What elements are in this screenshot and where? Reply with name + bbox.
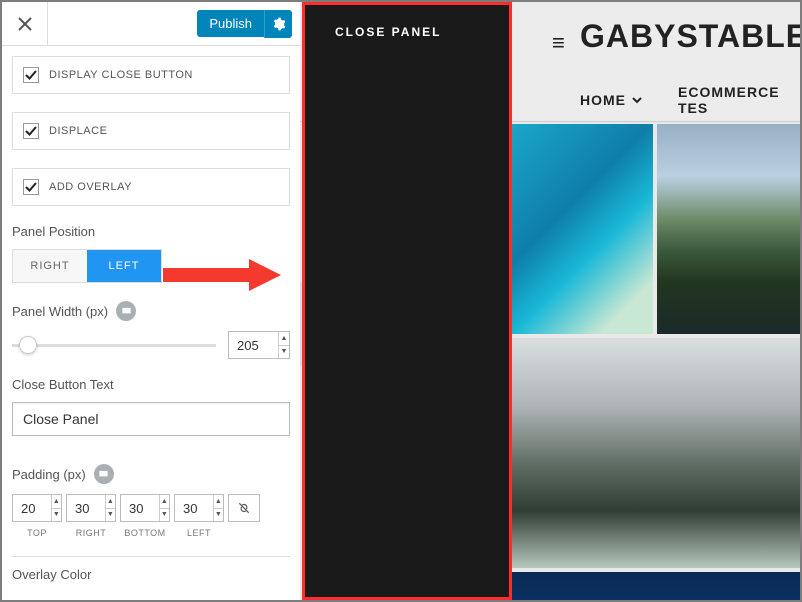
checkmark-icon <box>25 125 37 137</box>
gallery-tile <box>510 338 800 568</box>
step-up[interactable]: ▲ <box>279 332 289 346</box>
panel-close-button[interactable]: CLOSE PANEL <box>305 5 509 39</box>
checkbox-displace[interactable] <box>23 123 39 139</box>
customizer-body: DISPLAY CLOSE BUTTON DISPLACE ADD OVERLA… <box>2 46 300 600</box>
padding-left-col: ▲▼ LEFT <box>174 494 224 538</box>
panel-width-stepper: ▲▼ <box>278 332 289 358</box>
panel-width-control: ▲▼ <box>12 331 290 359</box>
option-display-close-button[interactable]: DISPLAY CLOSE BUTTON <box>12 56 290 94</box>
checkbox-display-close-button[interactable] <box>23 67 39 83</box>
padding-top-col: ▲▼ TOP <box>12 494 62 538</box>
option-label: DISPLACE <box>49 125 107 137</box>
desktop-icon <box>121 306 132 317</box>
panel-position-left[interactable]: LEFT <box>87 250 161 282</box>
option-displace[interactable]: DISPLACE <box>12 112 290 150</box>
panel-width-slider[interactable] <box>12 344 216 347</box>
panel-width-label-text: Panel Width (px) <box>12 304 108 319</box>
unlink-icon <box>237 501 251 515</box>
padding-bottom-label: BOTTOM <box>124 528 165 538</box>
close-button-text-input[interactable] <box>12 402 290 436</box>
padding-controls: ▲▼ TOP ▲▼ RIGHT ▲▼ BOTTOM ▲▼ LEFT <box>12 494 290 538</box>
padding-link-toggle[interactable] <box>228 494 260 522</box>
step-up[interactable]: ▲ <box>214 495 223 509</box>
option-label: DISPLAY CLOSE BUTTON <box>49 69 193 81</box>
hamburger-icon[interactable]: ≡ <box>552 30 565 56</box>
customizer-header: Publish <box>2 2 300 46</box>
step-up[interactable]: ▲ <box>106 495 115 509</box>
panel-width-input-wrap: ▲▼ <box>228 331 290 359</box>
panel-position-right[interactable]: RIGHT <box>13 250 87 282</box>
checkmark-icon <box>25 69 37 81</box>
nav-home[interactable]: HOME <box>580 92 642 108</box>
padding-bottom-col: ▲▼ BOTTOM <box>120 494 170 538</box>
gallery-tile <box>510 124 653 334</box>
padding-label: Padding (px) <box>12 464 290 484</box>
publish-button[interactable]: Publish <box>197 10 264 37</box>
step-up[interactable]: ▲ <box>160 495 169 509</box>
customizer-sidebar: Publish DISPLAY CLOSE BUTTON DISPLACE AD… <box>2 2 300 600</box>
chevron-down-icon <box>632 95 642 105</box>
checkmark-icon <box>25 181 37 193</box>
nav-ecommerce[interactable]: ECOMMERCE TES <box>678 84 800 116</box>
padding-left-input[interactable] <box>175 495 213 521</box>
desktop-icon <box>98 469 109 480</box>
checkbox-add-overlay[interactable] <box>23 179 39 195</box>
slider-thumb[interactable] <box>19 336 37 354</box>
padding-right-col: ▲▼ RIGHT <box>66 494 116 538</box>
site-nav: HOME ECOMMERCE TES <box>580 84 800 116</box>
site-title: GABYSTABLE <box>580 18 800 55</box>
panel-position-toggle: RIGHT LEFT <box>12 249 162 283</box>
option-label: ADD OVERLAY <box>49 181 132 193</box>
step-up[interactable]: ▲ <box>52 495 61 509</box>
close-customizer-button[interactable] <box>2 2 48 45</box>
responsive-icon[interactable] <box>116 301 136 321</box>
responsive-icon[interactable] <box>94 464 114 484</box>
padding-right-label: RIGHT <box>76 528 107 538</box>
panel-width-label: Panel Width (px) <box>12 301 290 321</box>
nav-home-label: HOME <box>580 92 626 108</box>
publish-settings-button[interactable] <box>264 10 292 38</box>
close-icon <box>18 17 32 31</box>
slide-panel-highlight: CLOSE PANEL <box>302 2 512 600</box>
publish-group: Publish <box>197 2 300 45</box>
overlay-color-label: Overlay Color <box>12 567 290 582</box>
padding-top-label: TOP <box>27 528 47 538</box>
divider <box>12 556 290 557</box>
gallery-tile <box>657 124 800 334</box>
padding-left-label: LEFT <box>187 528 211 538</box>
padding-label-text: Padding (px) <box>12 467 86 482</box>
gear-icon <box>272 17 286 31</box>
option-add-overlay[interactable]: ADD OVERLAY <box>12 168 290 206</box>
step-down[interactable]: ▼ <box>52 509 61 522</box>
step-down[interactable]: ▼ <box>279 346 289 359</box>
panel-position-label: Panel Position <box>12 224 290 239</box>
panel-width-input[interactable] <box>229 332 278 358</box>
padding-bottom-input[interactable] <box>121 495 159 521</box>
close-button-text-label: Close Button Text <box>12 377 290 392</box>
step-down[interactable]: ▼ <box>106 509 115 522</box>
padding-right-input[interactable] <box>67 495 105 521</box>
padding-top-input[interactable] <box>13 495 51 521</box>
step-down[interactable]: ▼ <box>214 509 223 522</box>
gallery-tile <box>510 572 800 600</box>
gallery <box>510 124 800 600</box>
step-down[interactable]: ▼ <box>160 509 169 522</box>
